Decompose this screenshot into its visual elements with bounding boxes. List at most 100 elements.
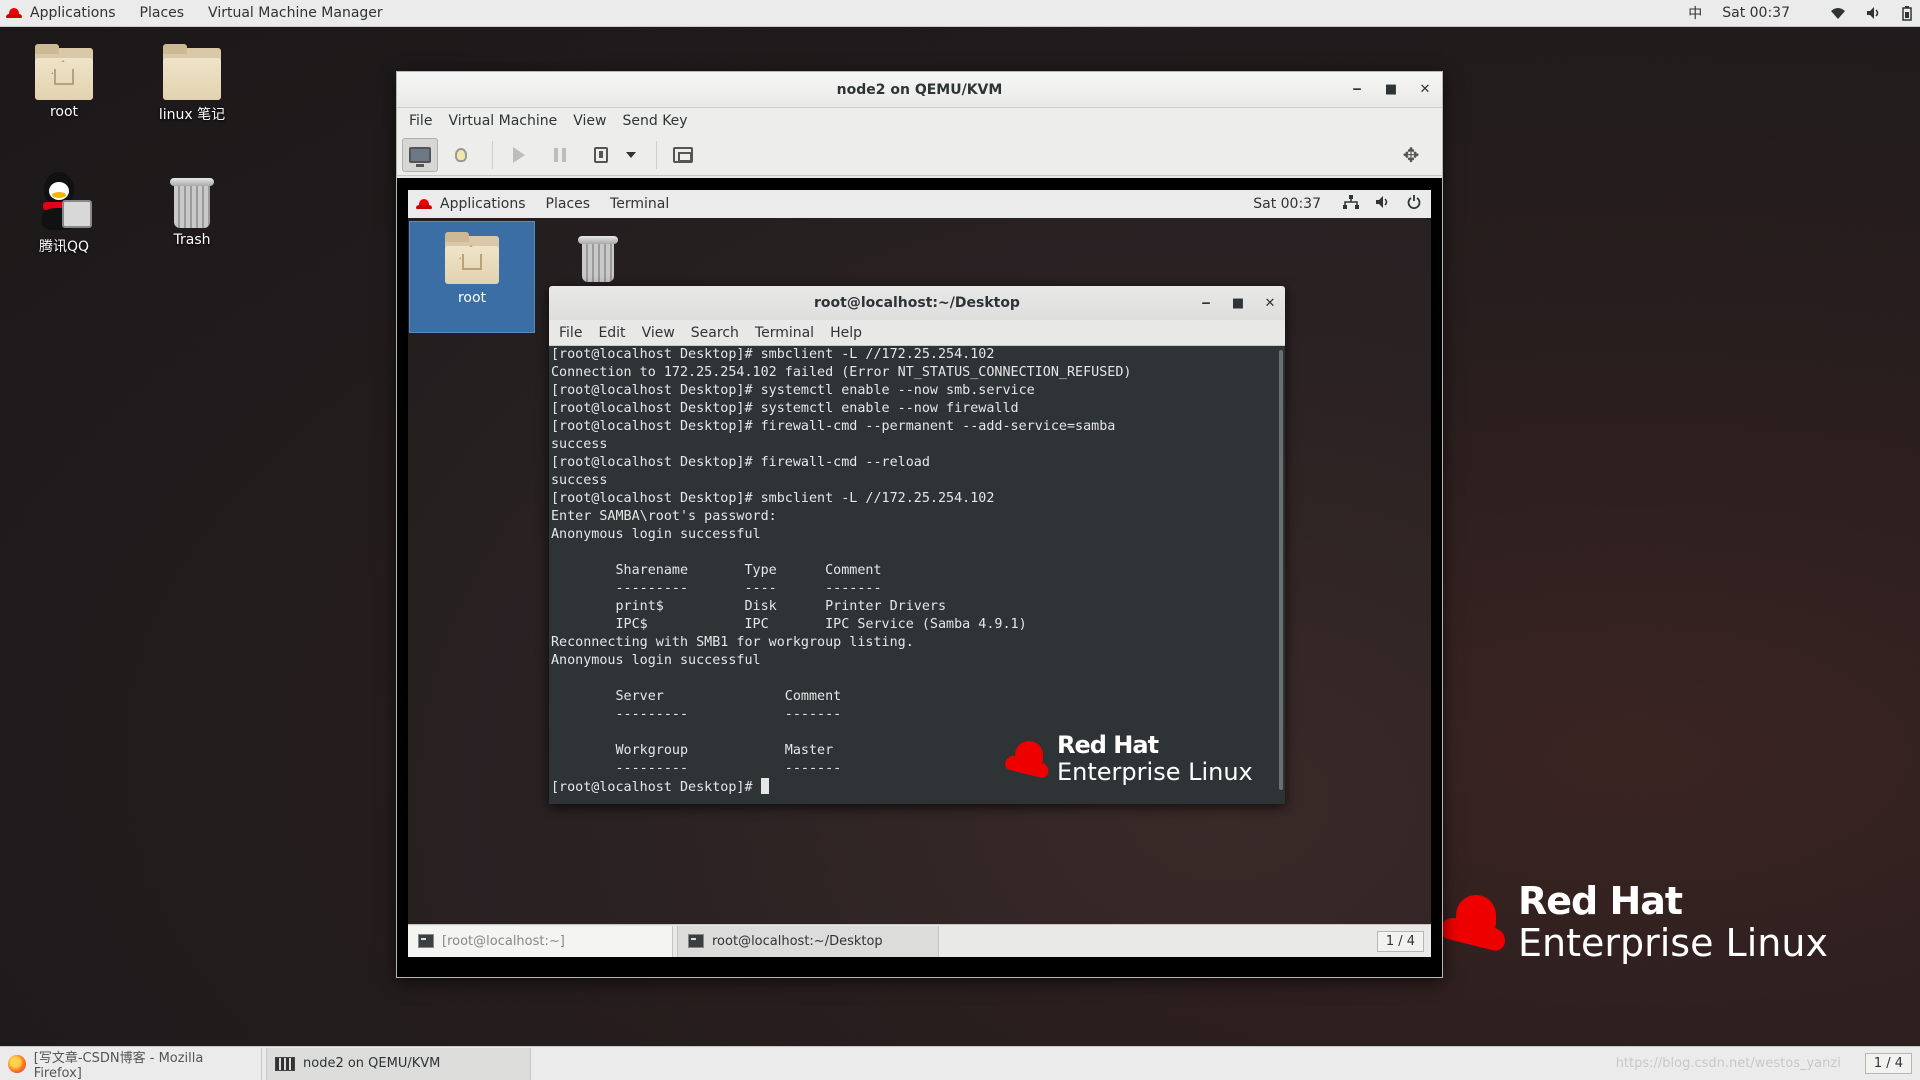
- trash-icon: [578, 234, 618, 282]
- workspace-switcher[interactable]: 1 / 4: [1864, 1053, 1912, 1074]
- shutdown-button[interactable]: [583, 138, 619, 172]
- vm-display[interactable]: Applications Places Terminal Sat 00:37 r…: [397, 178, 1442, 977]
- terminal-output: [root@localhost Desktop]# smbclient -L /…: [551, 347, 1132, 776]
- guest-bottom-panel: [root@localhost:~] root@localhost:~/Desk…: [408, 924, 1431, 957]
- host-taskbar-item-firefox[interactable]: [写文章-CSDN博客 - Mozilla Firefox]: [0, 1047, 262, 1080]
- show-console-button[interactable]: [402, 137, 438, 172]
- lightbulb-icon: [455, 147, 467, 162]
- close-icon[interactable]: ✕: [1416, 81, 1434, 99]
- guest-top-panel: Applications Places Terminal Sat 00:37: [408, 190, 1431, 218]
- host-app-menu[interactable]: Virtual Machine Manager: [196, 0, 395, 27]
- pause-button[interactable]: [542, 138, 578, 172]
- fullscreen-button[interactable]: ✥: [1393, 138, 1429, 172]
- folder-icon: [163, 44, 221, 100]
- pause-icon: [554, 147, 566, 162]
- desktop-icon-label: linux 笔记: [158, 107, 226, 123]
- guest-redhat-logo: Red Hat Enterprise Linux: [1003, 731, 1253, 786]
- logo-line2: Enterprise Linux: [1057, 758, 1253, 786]
- terminal-menu-file[interactable]: File: [551, 325, 590, 341]
- chevron-down-icon: [626, 151, 636, 158]
- firefox-icon: [8, 1054, 26, 1073]
- logo-line1: Red Hat: [1057, 731, 1159, 759]
- terminal-prompt: [root@localhost Desktop]#: [551, 780, 761, 795]
- minimize-icon[interactable]: ‒: [1197, 294, 1215, 312]
- redhat-logo-icon: [6, 7, 22, 19]
- terminal-titlebar[interactable]: root@localhost:~/Desktop ‒ ■ ✕: [549, 286, 1285, 320]
- guest-desktop[interactable]: Applications Places Terminal Sat 00:37 r…: [408, 190, 1431, 957]
- minimize-icon[interactable]: ‒: [1348, 81, 1366, 99]
- run-button[interactable]: [501, 138, 537, 172]
- host-applications-menu[interactable]: Applications: [0, 0, 128, 27]
- terminal-menu-search[interactable]: Search: [683, 325, 747, 341]
- host-places-menu[interactable]: Places: [128, 0, 197, 27]
- host-taskbar-item-vmm[interactable]: node2 on QEMU/KVM: [266, 1047, 531, 1080]
- desktop-icon-linux-notes[interactable]: linux 笔记: [137, 44, 247, 124]
- network-icon[interactable]: [1335, 195, 1367, 213]
- guest-desktop-icon-trash[interactable]: [578, 234, 618, 282]
- workspace-switcher[interactable]: 1 / 4: [1376, 930, 1424, 952]
- power-icon[interactable]: [1399, 195, 1431, 213]
- terminal-menu-view[interactable]: View: [634, 325, 683, 341]
- terminal-icon: [688, 934, 704, 948]
- vm-toolbar: ✥: [397, 134, 1442, 176]
- home-folder-icon: [35, 44, 93, 100]
- terminal-icon: [418, 934, 434, 948]
- battery-icon[interactable]: [1892, 5, 1920, 21]
- virt-manager-icon: [275, 1056, 295, 1071]
- terminal-menu-help[interactable]: Help: [822, 325, 870, 341]
- desktop-icon-trash[interactable]: Trash: [137, 176, 247, 248]
- scrollbar-thumb[interactable]: [1279, 350, 1283, 790]
- logo-line2: Enterprise Linux: [1518, 921, 1828, 965]
- host-bottom-panel: [写文章-CSDN博客 - Mozilla Firefox] node2 on …: [0, 1046, 1920, 1080]
- desktop-icon-qq[interactable]: 腾讯QQ: [9, 170, 119, 256]
- guest-terminal-menu[interactable]: Terminal: [600, 196, 679, 212]
- terminal-window-title: root@localhost:~/Desktop: [814, 295, 1020, 311]
- taskbar-item-label: [写文章-CSDN博客 - Mozilla Firefox]: [33, 1050, 204, 1080]
- guest-places-menu[interactable]: Places: [536, 196, 601, 212]
- redhat-hat-icon: [1003, 741, 1051, 780]
- terminal-menu-edit[interactable]: Edit: [590, 325, 633, 341]
- desktop-icon-label: root: [457, 290, 487, 306]
- vm-titlebar[interactable]: node2 on QEMU/KVM ‒ ■ ✕: [397, 72, 1442, 108]
- guest-desktop-icon-root[interactable]: root: [409, 221, 535, 333]
- volume-icon[interactable]: [1856, 6, 1892, 20]
- redhat-hat-icon: [1438, 895, 1508, 953]
- vm-menu-file[interactable]: File: [401, 113, 440, 129]
- taskbar-item-label: [root@localhost:~]: [442, 933, 565, 949]
- vm-menubar: File Virtual Machine View Send Key: [397, 108, 1442, 134]
- vm-menu-send-key[interactable]: Send Key: [614, 113, 695, 129]
- guest-taskbar-item-active[interactable]: root@localhost:~/Desktop: [677, 925, 939, 957]
- watermark-text: https://blog.csdn.net/westos_yanzi: [1615, 1056, 1841, 1071]
- shutdown-menu-button[interactable]: [619, 138, 643, 172]
- wifi-icon[interactable]: [1820, 6, 1856, 20]
- host-clock[interactable]: Sat 00:37: [1712, 5, 1820, 21]
- terminal-menu-terminal[interactable]: Terminal: [747, 325, 822, 341]
- guest-taskbar-item[interactable]: [root@localhost:~]: [408, 925, 673, 957]
- taskbar-item-label: node2 on QEMU/KVM: [303, 1056, 441, 1071]
- close-icon[interactable]: ✕: [1261, 294, 1279, 312]
- input-method-indicator[interactable]: 中: [1678, 3, 1712, 23]
- desktop-icon-root[interactable]: root: [9, 44, 119, 120]
- power-icon: [594, 146, 608, 163]
- terminal-window: root@localhost:~/Desktop ‒ ■ ✕ File Edit…: [549, 286, 1285, 804]
- host-top-panel: Applications Places Virtual Machine Mana…: [0, 0, 1920, 27]
- fullscreen-arrows-icon: ✥: [1402, 142, 1420, 167]
- maximize-icon[interactable]: ■: [1382, 81, 1400, 99]
- logo-line1: Red Hat: [1518, 879, 1683, 923]
- vm-viewer-window: node2 on QEMU/KVM ‒ ■ ✕ File Virtual Mac…: [396, 71, 1443, 978]
- terminal-scrollbar[interactable]: [1277, 346, 1285, 804]
- desktop-icon-label: Trash: [173, 232, 211, 248]
- guest-applications-menu[interactable]: Applications: [408, 196, 536, 212]
- guest-clock[interactable]: Sat 00:37: [1245, 196, 1335, 212]
- snapshots-button[interactable]: [665, 138, 701, 172]
- maximize-icon[interactable]: ■: [1229, 294, 1247, 312]
- show-details-button[interactable]: [443, 138, 479, 172]
- vm-menu-virtual-machine[interactable]: Virtual Machine: [440, 113, 565, 129]
- terminal-menubar: File Edit View Search Terminal Help: [549, 320, 1285, 346]
- redhat-logo-icon: [416, 198, 432, 210]
- vm-window-title: node2 on QEMU/KVM: [836, 81, 1003, 98]
- volume-icon[interactable]: [1367, 195, 1399, 213]
- vm-menu-view[interactable]: View: [565, 113, 614, 129]
- snapshot-icon: [673, 146, 693, 163]
- desktop-icon-label: 腾讯QQ: [38, 239, 90, 255]
